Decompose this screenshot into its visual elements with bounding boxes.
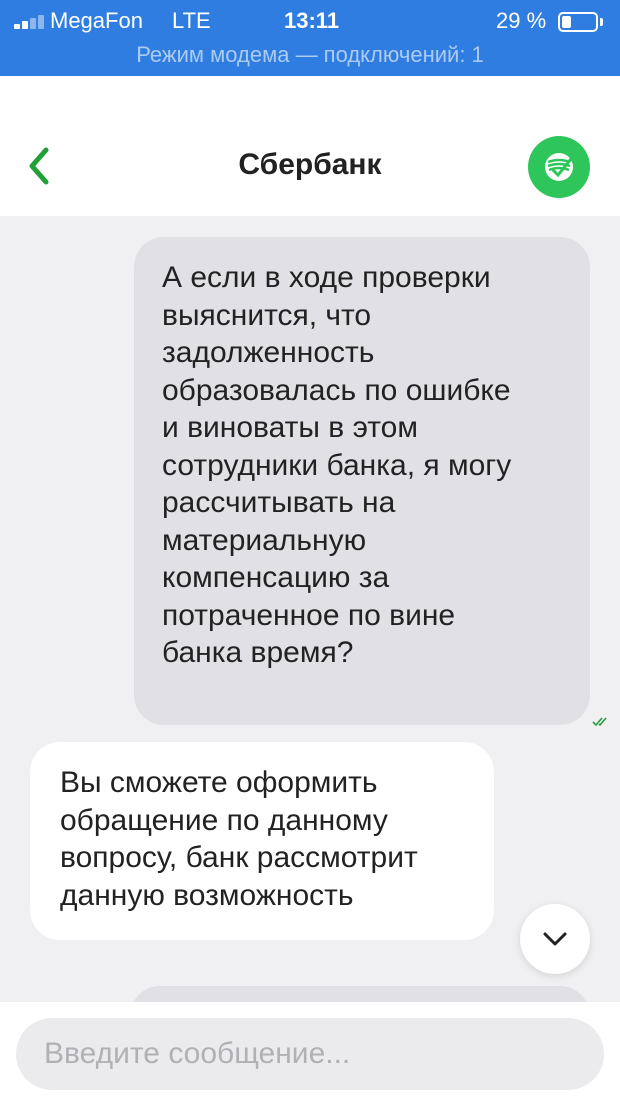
message-line: образовалась по ошибке [162, 373, 511, 407]
message-line: данную возможность [60, 878, 354, 912]
message-line: банка время? [162, 636, 354, 669]
message-line: А если в ходе проверки [162, 261, 491, 294]
battery-icon [558, 12, 598, 32]
message-line: сотрудники банка, я могу [162, 448, 512, 482]
message-line: обращение по данному [60, 803, 388, 837]
status-row: MegaFon LTE 13:11 29 % [0, 6, 620, 36]
battery-percent: 29 % [496, 8, 547, 33]
message-line: выяснится, что [162, 298, 372, 332]
message-line: компенсацию за [162, 561, 390, 594]
battery-level [562, 16, 572, 28]
partial-message[interactable] [130, 986, 590, 1002]
carrier-name: MegaFon [50, 8, 143, 33]
message-line: задолженность [162, 336, 375, 369]
double-check-icon [592, 717, 607, 727]
message-input[interactable] [16, 1018, 604, 1090]
message-line: материальную [162, 523, 367, 557]
chevron-down-icon [543, 932, 567, 946]
hotspot-banner[interactable]: Режим модема — подключений: 1 [0, 42, 620, 68]
network-type: LTE [172, 8, 211, 33]
message-line: вопросу, банк рассмотрит [60, 841, 418, 874]
composer [0, 1002, 620, 1100]
sberbank-logo-icon [545, 153, 573, 181]
chat-header: Сбербанк [0, 76, 620, 216]
signal-icon [14, 15, 48, 29]
message-line: и виноваты в этом [162, 411, 418, 444]
outgoing-message[interactable]: А если в ходе проверки выяснится, что за… [134, 237, 590, 725]
message-line: рассчитывать на [162, 486, 396, 519]
incoming-message[interactable]: Вы сможете оформить обращение по данному… [30, 742, 494, 940]
status-bar: MegaFon LTE 13:11 29 % Режим модема — по… [0, 0, 620, 76]
chat-title: Сбербанк [238, 148, 382, 181]
message-line: потраченное по вине [162, 598, 456, 632]
battery-tip [600, 18, 603, 26]
message-list[interactable]: А если в ходе проверки выяснится, что за… [0, 216, 620, 1002]
message-line: Вы сможете оформить [60, 766, 378, 799]
clock: 13:11 [284, 8, 340, 33]
scroll-down-button[interactable] [520, 904, 590, 974]
sberbank-logo[interactable] [528, 136, 590, 198]
